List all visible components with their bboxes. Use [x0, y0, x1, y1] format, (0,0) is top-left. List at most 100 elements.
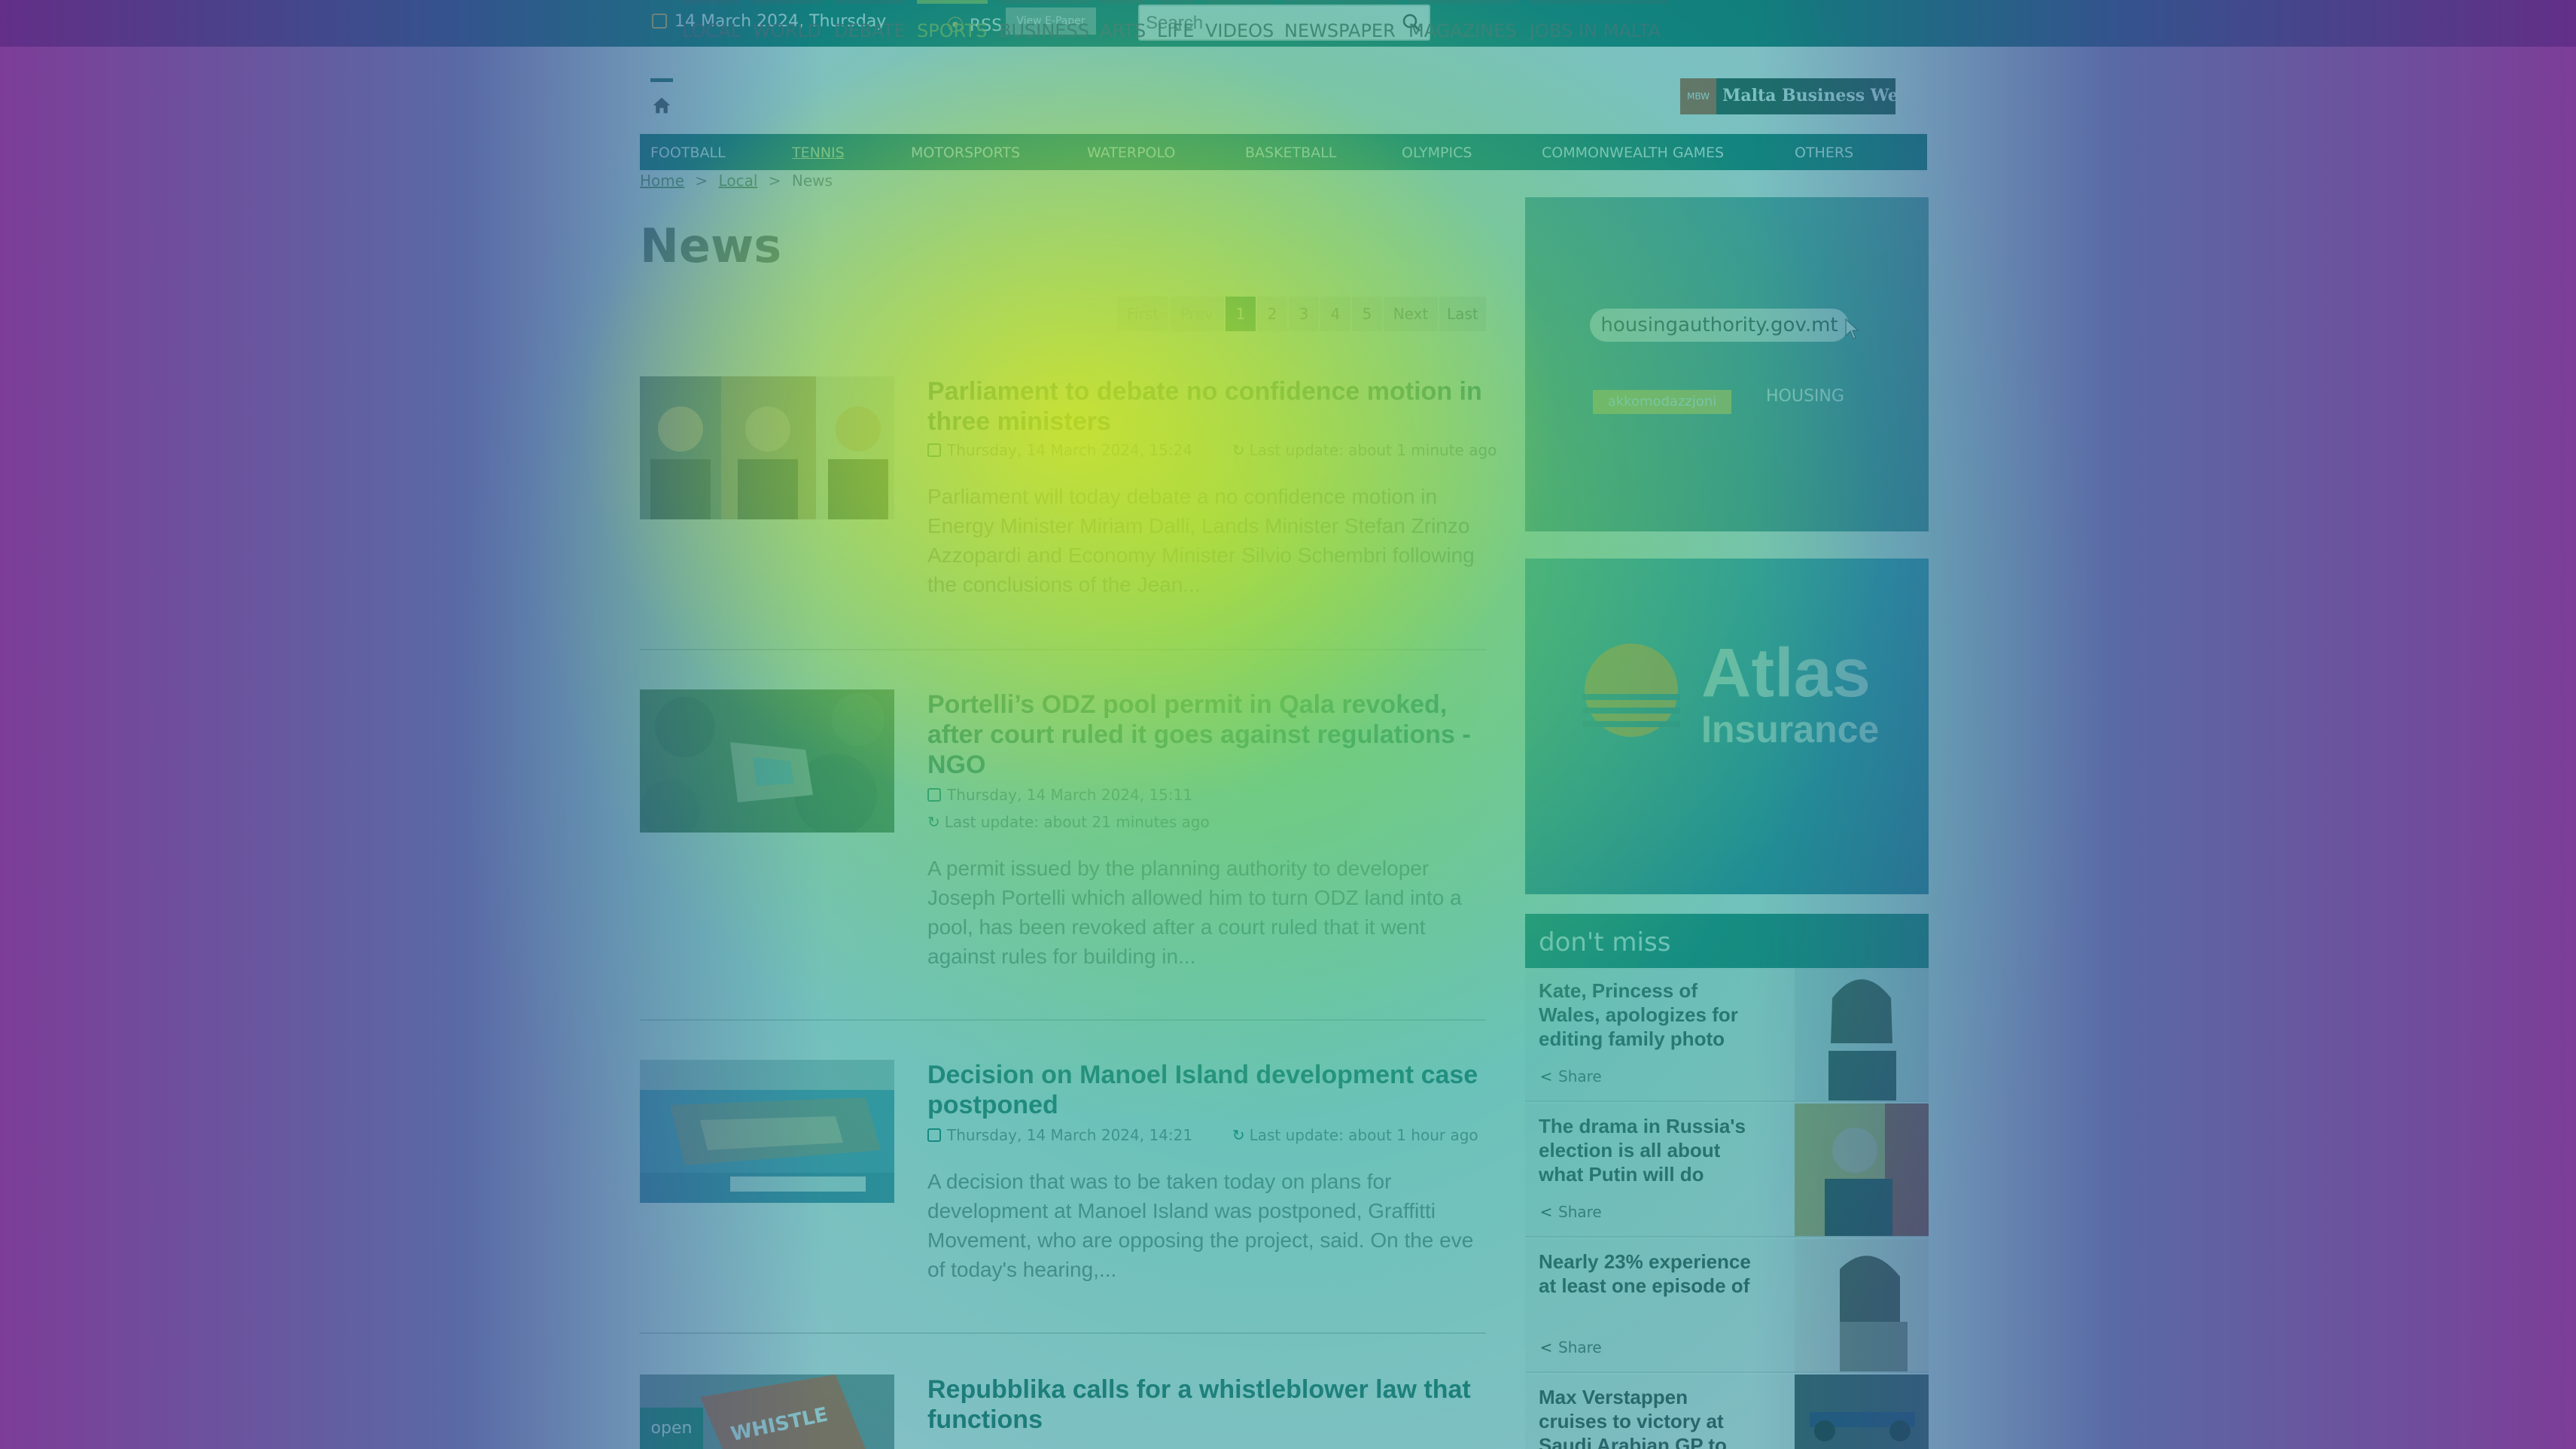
nav-local[interactable]: LOCAL	[682, 0, 741, 44]
nav-arts[interactable]: ARTS	[1100, 0, 1146, 44]
dont-miss-item[interactable]: Nearly 23% experience at least one episo…	[1525, 1239, 1929, 1373]
dont-miss-title-link[interactable]: Nearly 23% experience at least one episo…	[1539, 1250, 1757, 1298]
article-date: Thursday, 14 March 2024, 15:11	[947, 786, 1193, 804]
manoel-island-photo	[640, 1060, 894, 1203]
atlas-insurance-ad[interactable]: Atlas Insurance	[1525, 559, 1929, 894]
mbw-badge: MBW	[1680, 78, 1716, 114]
article-excerpt: A decision that was to be taken today on…	[927, 1170, 1474, 1281]
nav-world[interactable]: WORLD	[753, 0, 822, 44]
mbw-title: Malta Business Weekly	[1722, 86, 1937, 105]
refresh-icon: ↻	[927, 813, 940, 831]
dont-miss-title-link[interactable]: Max Verstappen cruises to victory at Sau…	[1539, 1385, 1757, 1449]
nav-life[interactable]: LIFE	[1157, 0, 1195, 44]
share-label: Share	[1558, 1203, 1602, 1221]
share-label: Share	[1558, 1067, 1602, 1085]
sub-nav: FOOTBALL TENNIS MOTORSPORTS WATERPOLO BA…	[640, 134, 1927, 170]
atlas-logo-icon	[1582, 644, 1680, 737]
article-meta: Thursday, 14 March 2024, 15:24 ↻ Last upd…	[927, 441, 1497, 459]
article-title[interactable]: Parliament to debate no confidence motio…	[927, 376, 1486, 437]
breadcrumb-current: News	[791, 172, 833, 190]
nav-jobs-in-malta[interactable]: JOBS IN MALTA	[1530, 0, 1670, 44]
nav-magazines[interactable]: MAGAZINES	[1408, 0, 1518, 44]
dont-miss-title-link[interactable]: Kate, Princess of Wales, apologizes for …	[1539, 979, 1757, 1051]
subnav-football[interactable]: FOOTBALL	[650, 145, 726, 161]
refresh-icon: ↻	[1232, 1126, 1245, 1144]
atlas-sub: Insurance	[1701, 708, 1880, 750]
calendar-icon	[927, 788, 941, 802]
share-button[interactable]: < Share	[1539, 1203, 1602, 1221]
refresh-icon: ↻	[1232, 441, 1245, 459]
share-button[interactable]: < Share	[1539, 1338, 1602, 1356]
housing-brand: HOUSING	[1766, 387, 1844, 406]
nav-newspaper[interactable]: NEWSPAPER	[1284, 0, 1399, 44]
share-button[interactable]: < Share	[1539, 1067, 1602, 1085]
housing-authority-ad[interactable]: housingauthority.gov.mt akkomodazzjoni H…	[1525, 197, 1929, 531]
dont-miss-header: don't miss	[1525, 914, 1929, 968]
breadcrumb-separator: >	[768, 172, 781, 190]
breadcrumb-local[interactable]: Local	[719, 172, 758, 190]
article-update-meta: ↻ Last update: about 21 minutes ago	[927, 813, 1210, 831]
pagination-last[interactable]: Last	[1439, 297, 1486, 331]
article-updated: Last update: about 1 minute ago	[1249, 441, 1497, 459]
article-date-meta: Thursday, 14 March 2024, 15:11	[927, 786, 1192, 804]
nav-debate[interactable]: DEBATE	[834, 0, 906, 44]
dont-miss-title: don't miss	[1539, 927, 1671, 957]
article-thumbnail[interactable]	[640, 689, 894, 833]
subnav-others[interactable]: OTHERS	[1795, 145, 1853, 161]
dont-miss-item[interactable]: The drama in Russia's election is all ab…	[1525, 1103, 1929, 1237]
divider	[640, 1332, 1486, 1334]
ministers-photo	[640, 376, 894, 519]
article-card: Portelli’s ODZ pool permit in Qala revok…	[640, 689, 1486, 968]
pagination-first: First	[1117, 297, 1168, 331]
article-thumbnail[interactable]	[640, 1060, 894, 1203]
dont-miss-title-link[interactable]: The drama in Russia's election is all ab…	[1539, 1114, 1757, 1186]
dont-miss-item[interactable]: Kate, Princess of Wales, apologizes for …	[1525, 968, 1929, 1102]
nav-sports[interactable]: SPORTS	[917, 0, 988, 44]
article-excerpt: Parliament will today debate a no confid…	[927, 485, 1475, 596]
article-card: Decision on Manoel Island development ca…	[640, 1060, 1486, 1301]
woman-photo	[1795, 1239, 1929, 1371]
article-title[interactable]: Repubblika calls for a whistleblower law…	[927, 1374, 1486, 1435]
subnav-tennis[interactable]: TENNIS	[792, 145, 845, 161]
article-card: WHISTLE open Repubblika calls for a whis…	[640, 1374, 1486, 1449]
share-icon: <	[1539, 1338, 1553, 1356]
subnav-motorsports[interactable]: MOTORSPORTS	[911, 145, 1020, 161]
breadcrumb-home[interactable]: Home	[640, 172, 684, 190]
divider	[640, 1019, 1486, 1021]
subnav-waterpolo[interactable]: WATERPOLO	[1087, 145, 1175, 161]
housing-url: housingauthority.gov.mt	[1590, 309, 1849, 342]
nav-business[interactable]: BUSINESS	[999, 0, 1089, 44]
article-updated: Last update: about 21 minutes ago	[944, 813, 1210, 831]
share-label: Share	[1558, 1338, 1602, 1356]
breadcrumb-separator: >	[695, 172, 708, 190]
home-link[interactable]	[650, 78, 673, 122]
calendar-icon	[652, 14, 667, 29]
article-thumbnail[interactable]: WHISTLE open	[640, 1374, 894, 1449]
subnav-basketball[interactable]: BASKETBALL	[1245, 145, 1336, 161]
malta-business-weekly-logo[interactable]: MBW Malta Business Weekly	[1680, 78, 1936, 114]
atlas-name: Atlas	[1701, 635, 1871, 711]
nav-videos[interactable]: VIDEOS	[1205, 0, 1274, 44]
subnav-commonwealth-games[interactable]: COMMONWEALTH GAMES	[1542, 145, 1724, 161]
pagination-page-4[interactable]: 4	[1320, 297, 1350, 331]
pagination-page-5[interactable]: 5	[1352, 297, 1382, 331]
article-thumbnail[interactable]	[640, 376, 894, 519]
pagination-next[interactable]: Next	[1384, 297, 1438, 331]
aerial-pool-photo	[640, 689, 894, 833]
thumbnail-label: open	[640, 1408, 703, 1449]
share-icon: <	[1539, 1067, 1553, 1085]
page-title: News	[640, 218, 782, 273]
dont-miss-item[interactable]: Max Verstappen cruises to victory at Sau…	[1525, 1374, 1929, 1449]
home-icon	[653, 97, 671, 114]
share-icon: <	[1539, 1203, 1553, 1221]
pagination-page-2[interactable]: 2	[1257, 297, 1287, 331]
kate-photo	[1795, 968, 1929, 1100]
putin-photo	[1795, 1103, 1929, 1236]
article-title[interactable]: Decision on Manoel Island development ca…	[927, 1060, 1486, 1120]
f1-car-photo	[1795, 1374, 1929, 1449]
pagination-page-1[interactable]: 1	[1226, 297, 1256, 331]
cursor-icon	[1845, 318, 1859, 339]
article-title[interactable]: Portelli’s ODZ pool permit in Qala revok…	[927, 689, 1486, 780]
subnav-olympics[interactable]: OLYMPICS	[1402, 145, 1472, 161]
pagination-page-3[interactable]: 3	[1289, 297, 1319, 331]
